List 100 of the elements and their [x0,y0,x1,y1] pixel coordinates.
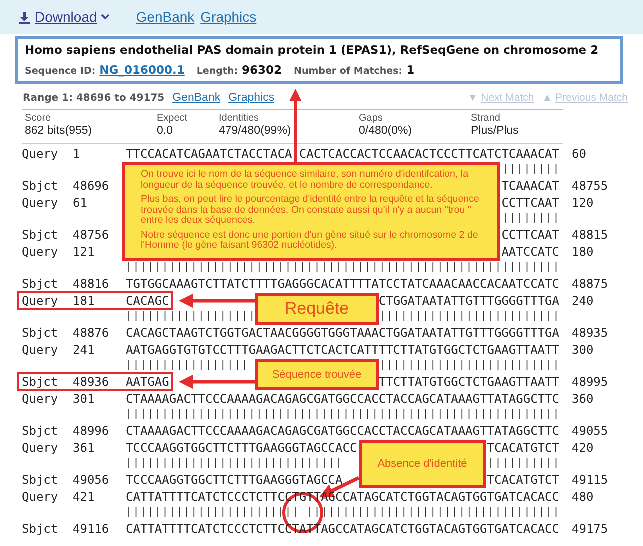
field-value: 96302 [242,63,282,77]
sequence-text: AATGAG [126,375,170,389]
position-number: 48756 [73,228,110,242]
match-bars: |||||||||||||||||||||||||||||| [126,458,344,469]
sequence-title: Homo sapiens endothelial PAS domain protein 1 (EPAS1), RefSeqGene on chromosome 2 [25,42,600,58]
position-number: 181 [73,294,96,308]
position-number: 48696 [73,179,110,193]
stat-header: Strand [471,113,502,124]
position-number: 60 [572,147,588,161]
position-number: 48995 [572,375,610,389]
sequence-label: Sbjct [22,277,60,291]
sequence-text: TCACATGTCT [487,473,560,487]
sequence-label: Query [22,392,60,406]
sequence-label: Query [22,245,60,259]
match-bars: |||||||||| [488,458,560,469]
stat-header: Identities [219,113,260,124]
position-number: 361 [73,441,96,455]
position-number: 241 [73,343,96,357]
triangle-icon: ▲ [542,92,553,104]
match-bars: |||||||||||||||||||||||||||||||||||||||||||||||||||||||||||| [126,409,560,420]
position-number: 48815 [572,228,610,242]
sequence-text: TCAAACAT [502,179,560,193]
sequence-label: Sbjct [22,179,60,193]
position-number: 360 [572,392,595,406]
position-number: 49056 [73,473,110,487]
sequence-label: Sbjct [22,326,60,340]
stat-value: 479/480(99%) [219,125,292,137]
position-number: 48935 [572,326,610,340]
field-label: Sequence ID: [25,66,96,77]
position-number: 421 [73,490,96,504]
annotation-label: Séquence trouvée [255,359,379,390]
toolbar-link[interactable]: Graphics [200,9,257,25]
sequence-text: TCACATGTCT [487,441,560,455]
stat-header: Score [25,113,52,124]
sequence-text: CACTCACCACTCCAACACTCCCTTCATCTCAAACAT [299,147,560,161]
position-number: 49055 [572,424,610,438]
sequence-label: Query [22,196,60,210]
match-bars: |||||||||||||||||||||||||||||||||||||||||||||||||||||||||||| [126,262,560,273]
sequence-label: Query [22,147,60,161]
position-number: 240 [572,294,595,308]
position-number: 300 [572,343,595,357]
stat-value: 862 bits(955) [25,125,94,137]
sequence-id-link[interactable]: NG_016000.1 [100,63,185,77]
annotation-paragraph: On trouve ici le nom de la séquence similaire, son numéro d'identifcation, la longueur de la séquence trouvée, et le nombre de correspondance. [141,170,470,191]
position-number: 120 [572,196,595,210]
sequence-text: TCCCAAGGTGGCTTCTTTGAAGGGTAGCCACC [126,441,358,455]
position-number: 48816 [73,277,110,291]
position-number: 49115 [572,473,610,487]
sequence-label: Query [22,343,60,357]
position-number: 49116 [73,522,110,536]
toolbar-link[interactable]: GenBank [136,9,195,25]
range-link[interactable]: Graphics [228,92,275,104]
sequence-text: CTAAAAGACTTCCCAAAAGACAGAGCGATGGCCACCTACCAGCATAAAGTTATAGGCTTC [126,392,560,406]
match-bars: |||||||| [502,213,560,224]
stat-header: Expect [157,113,189,124]
position-number: 420 [572,441,595,455]
stat-header: Gaps [359,113,384,124]
range-link[interactable]: GenBank [172,92,221,104]
field-label: Number of Matches: [294,66,403,77]
annotation-paragraph: Plus bas, on peut lire le pourcentage d'identité entre la requête et la séquence trouvée dans la base de données. On constate aussi qu'il n'y a aucun "trou " entre les deux séquences. [141,195,480,226]
position-number: 49175 [572,522,610,536]
sequence-text: CACAGCTAAGTCTGGTGACTAACGGGGTGGGTAAACTGGATAATATTGTTTGGGGTTTGA [126,326,560,340]
sequence-text: CCTTCAAT [502,196,560,210]
match-bars: ||||||||||||||||| [126,360,250,371]
download-icon [18,10,31,24]
field-value: 1 [406,63,415,77]
position-number: 480 [572,490,595,504]
sequence-label: Sbjct [22,473,60,487]
annotation-label: Requête [255,293,379,325]
caret-icon [101,14,110,20]
position-number: 1 [73,147,82,161]
sequence-text: TTCCACATCAGAATCTACCTACA [126,147,292,161]
match-bars: ||||||||||||||||||||||||| [379,360,560,371]
sequence-label: Sbjct [22,228,60,242]
range-label: Range 1: 48696 to 49175 [23,93,165,104]
sequence-label: Query [22,294,60,308]
sequence-text: AATCCATC [502,245,560,259]
stat-value: 0/480(0%) [359,125,414,137]
sequence-label: Sbjct [22,424,60,438]
position-number: 301 [73,392,96,406]
sequence-text: CCTTCAAT [502,228,560,242]
position-number: 48755 [572,179,610,193]
sequence-text: AATGAGGTGTGTCCTTTGAAGACTTCTCACTCATTTTCTTATGTGGCTCTGAAGTTAATT [126,343,560,357]
sequence-label: Sbjct [22,375,60,389]
download-link[interactable]: Download [18,9,110,25]
field-label: Length: [196,66,238,77]
stat-value: Plus/Plus [471,125,520,137]
sequence-text: TTCTTATGTGGCTCTGAAGTTAATT [378,375,560,389]
annotation-paragraph: Notre séquence est donc une portion d'un gène situé sur le chromosome 2 de l'Homme (le gène faisant 96302 nucléotides). [141,230,480,252]
sequence-label: Query [22,490,60,504]
position-number: 48876 [73,326,110,340]
position-number: 121 [73,245,96,259]
position-number: 180 [572,245,595,259]
sequence-label: Query [22,441,60,455]
match-bars: |||||||| [502,164,560,175]
annotation-label: Absence d'identité [359,440,486,488]
position-number: 48875 [572,277,610,291]
match-bars: |||||||||||||||||| [126,311,256,322]
position-number: 48936 [73,375,110,389]
stat-value: 0.0 [157,125,174,137]
